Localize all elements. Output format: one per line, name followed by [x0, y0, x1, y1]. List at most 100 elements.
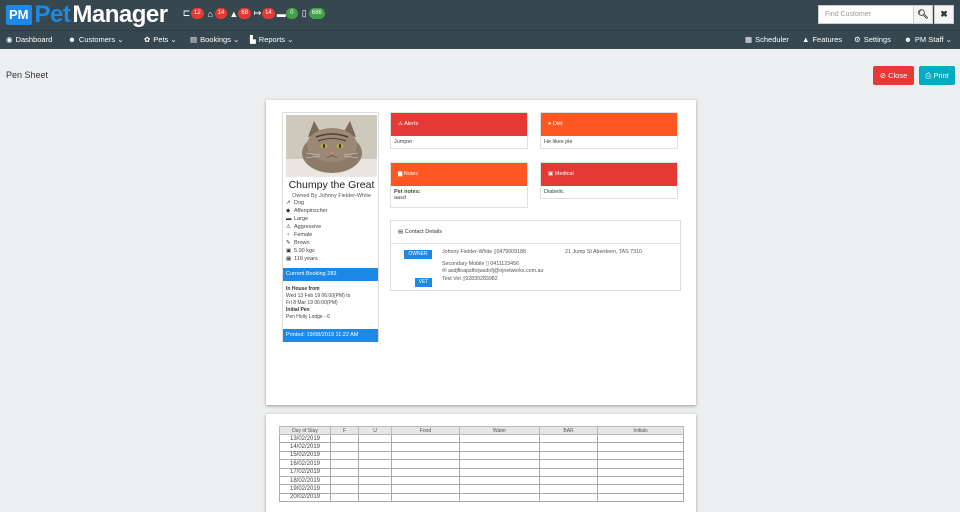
pet-owner: Owned By Johnny Fielder-White [292, 193, 371, 199]
bell-icon: ▲ [229, 8, 239, 19]
attr-text: Dog [294, 200, 305, 206]
nav-customers-label: Customers [78, 35, 116, 44]
pet-attr-temperament: ⚠ Aggressive [286, 224, 321, 230]
chart-icon: ▙ [250, 35, 256, 44]
day-cell: 16/02/2019 [279, 459, 331, 469]
notes-text: aasd [394, 195, 406, 201]
day-cell: 13/02/2019 [279, 433, 331, 444]
col-water: Water [459, 426, 540, 435]
chevron-down-icon: ⌄ [233, 35, 240, 44]
chevron-down-icon: ⌄ [170, 35, 177, 44]
nav-reports[interactable]: ▙ Reports ⌄ [250, 35, 293, 44]
secondary-mobile-value: 0411123456 [490, 261, 519, 267]
attr-text: 119 years [294, 256, 318, 262]
contact-title: Contact Details [404, 229, 443, 235]
pet-attr-weight: ▣ 5.00 kgs [286, 248, 315, 254]
nav-pets-label: Pets [153, 35, 169, 44]
sign-out-icon: ↦ [253, 8, 262, 18]
pet-card: Chumpy the Great Owned By Johnny Fielder… [282, 112, 379, 342]
nav-customers[interactable]: ☻ Customers ⌄ [68, 35, 124, 44]
pen-sheet-table: Day of Stay F U Food Water BAR Initials … [279, 426, 684, 503]
table-row: 18/02/2019 [279, 475, 684, 486]
calendar-icon: ▦ [286, 256, 292, 262]
badge-mobile[interactable]: ▯ 686 [300, 8, 325, 19]
badge-bed[interactable]: ⊏ 12 [182, 8, 204, 19]
owner-phone: 0479009188 [496, 249, 526, 255]
bed-icon: ⊏ [182, 8, 191, 18]
nav-scheduler-label: Scheduler [755, 35, 789, 44]
table-row: 15/02/2019 [279, 450, 684, 461]
table-row: 16/02/2019 [279, 459, 684, 469]
phone-icon: ▯ [485, 261, 489, 267]
logo-pet-text: Pet [34, 1, 71, 28]
badge-bell[interactable]: ▲ 68 [229, 8, 252, 19]
print-button[interactable]: ⎙ Print [919, 66, 955, 85]
rocket-icon: ▲ [802, 35, 810, 44]
apple-icon: ● [548, 121, 552, 127]
warning-icon: ⚠ [398, 121, 403, 127]
initial-pen: Pen Holly Lodge - 6 [286, 314, 330, 320]
col-u: U [358, 426, 392, 435]
weight-icon: ▣ [286, 248, 292, 254]
find-customer-input[interactable]: Find Customer [818, 5, 914, 24]
nav-features[interactable]: ▲ Features [802, 35, 842, 44]
cat-photo-illustration [286, 115, 377, 177]
nav-scheduler[interactable]: ▦ Scheduler [745, 35, 789, 44]
address-book-icon: ▤ [398, 229, 404, 235]
badge-home[interactable]: ⌂ 14 [206, 8, 228, 19]
print-button-label: Print [933, 71, 949, 80]
contact-header: ▤ Contact Details [391, 221, 680, 244]
table-header-row: Day of Stay F U Food Water BAR Initials [279, 426, 684, 435]
owner-tag: OWNER [404, 250, 432, 259]
nav-staff[interactable]: ☻ PM Staff ⌄ [904, 35, 952, 44]
truck-icon: ▬ [276, 8, 286, 19]
notes-title: Notes [403, 171, 419, 177]
vet-name-phone: Test Vet ▯92839283982 [442, 276, 498, 282]
pen-sheet-page-2: Day of Stay F U Food Water BAR Initials … [266, 414, 696, 512]
alerts-body: Jumper [394, 139, 413, 145]
badge-count: 68 [238, 8, 252, 19]
col-bar: BAR [539, 426, 598, 435]
paw-icon: ✿ [144, 35, 151, 44]
close-button-label: Close [888, 71, 908, 80]
search-button[interactable]: 🔍︎ [913, 5, 933, 24]
owner-email[interactable]: ✉ asdjfioajsdfoijasdofj@ojnetworks.com.a… [442, 268, 543, 274]
badge-sign-out[interactable]: ↦ 14 [253, 8, 275, 19]
users-icon: ☻ [68, 35, 76, 44]
app-logo[interactable]: PM Pet Manager [6, 1, 168, 28]
attr-text: Aggressive [294, 224, 322, 230]
home-icon: ⌂ [207, 8, 213, 19]
nav-settings[interactable]: ⚙ Settings [854, 35, 891, 44]
day-cell: 17/02/2019 [279, 467, 331, 477]
badge-count: 686 [308, 8, 325, 19]
dashboard-icon: ◉ [6, 35, 13, 44]
nav-dashboard[interactable]: ◉ Dashboard [6, 35, 52, 44]
table-row: 20/02/2019 [279, 492, 684, 503]
clear-search-button[interactable]: ✖ [934, 5, 954, 24]
close-button[interactable]: ⊘ Close [873, 66, 914, 85]
top-bar: PM Pet Manager ⊏ 12 ⌂ 14 ▲ 68 ↦ 14 ▬ 0 ▯ 686 F… [0, 0, 960, 30]
pet-name: Chumpy the Great [288, 179, 375, 191]
alerts-header: ⚠ Alerts [391, 113, 527, 136]
nav-pets[interactable]: ✿ Pets ⌄ [144, 35, 177, 44]
day-cell: 15/02/2019 [279, 450, 331, 461]
badge-truck[interactable]: ▬ 0 [277, 8, 298, 19]
chevron-down-icon: ⌄ [117, 35, 124, 44]
day-cell: 14/02/2019 [279, 442, 331, 452]
pen-sheet-page-1: Chumpy the Great Owned By Johnny Fielder… [266, 100, 696, 405]
diet-body: He likes pie [544, 139, 573, 145]
table-row: 14/02/2019 [279, 442, 684, 452]
table-row: 13/02/2019 [279, 433, 684, 444]
medical-body: Diabetic [544, 189, 564, 195]
nav-bookings[interactable]: ▤ Bookings ⌄ [190, 35, 239, 44]
badge-count: 14 [262, 8, 275, 19]
vet-name: Test Vet [442, 276, 461, 282]
attr-text: Female [294, 232, 313, 238]
current-booking-bar[interactable]: Current Booking 283 [283, 268, 378, 281]
nav-dashboard-label: Dashboard [15, 35, 53, 44]
print-icon: ⎙ [925, 71, 932, 80]
notes-panel: ▆ Notes Pet notes: aasd [390, 162, 528, 208]
pet-attr-sex: ♀ Female [286, 232, 312, 238]
nav-settings-label: Settings [863, 35, 891, 44]
table-row: 17/02/2019 [279, 467, 684, 477]
